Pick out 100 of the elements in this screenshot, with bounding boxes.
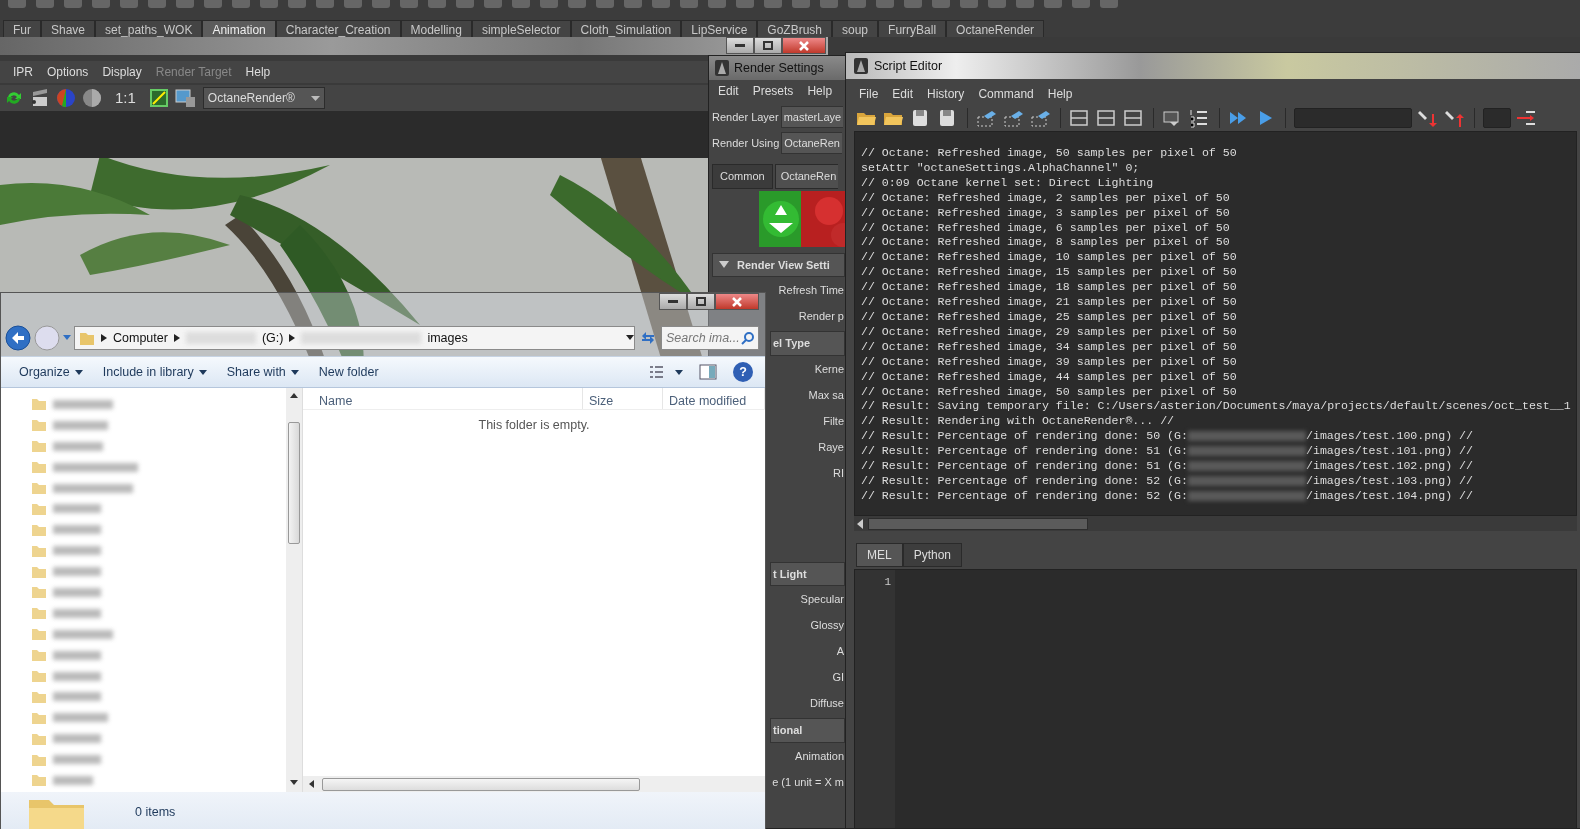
menu-item[interactable]: History — [920, 85, 972, 103]
menu-item[interactable]: Help — [1040, 85, 1080, 103]
section-header[interactable]: t Light — [770, 561, 845, 586]
code-input[interactable]: 1 — [854, 569, 1577, 829]
find-up-icon[interactable] — [1444, 108, 1466, 128]
shelf-tab[interactable]: set_paths_WOK — [95, 20, 203, 37]
clear-input-icon[interactable] — [1003, 108, 1025, 128]
dropdown-field[interactable]: masterLaye — [780, 105, 844, 129]
shelf-tab[interactable]: GoZBrush — [757, 20, 832, 37]
dropdown-field[interactable]: OctaneRen — [781, 131, 842, 155]
scroll-thumb[interactable] — [868, 517, 1088, 530]
tab[interactable]: MEL — [856, 543, 903, 567]
maximize-button[interactable] — [687, 293, 715, 310]
tab[interactable]: Common — [712, 164, 773, 189]
clapboard-icon[interactable] — [30, 88, 50, 108]
section-header[interactable]: Render View Setti — [712, 252, 845, 277]
shelf-tab[interactable]: Animation — [202, 20, 276, 37]
view-options-icon[interactable] — [649, 365, 683, 379]
tool-icon[interactable] — [932, 0, 950, 8]
tool-icon[interactable] — [904, 0, 922, 8]
shelf-tab[interactable]: soup — [832, 20, 879, 37]
go-to-line-icon[interactable] — [1516, 108, 1538, 128]
tool-icon[interactable] — [736, 0, 754, 8]
menu-item[interactable]: Help — [238, 63, 278, 81]
tool-icon[interactable] — [372, 0, 390, 8]
back-button[interactable] — [5, 325, 31, 351]
shelf-tab[interactable]: Fur — [3, 20, 41, 37]
search-icon[interactable] — [741, 331, 755, 345]
breadcrumb-arrow-icon[interactable] — [101, 334, 107, 342]
address-bar[interactable]: Computer (G:) images — [74, 326, 635, 350]
tool-icon[interactable] — [288, 0, 306, 8]
menu-item[interactable]: Display — [95, 63, 149, 81]
tool-icon[interactable] — [36, 0, 54, 8]
tab[interactable]: Python — [902, 543, 963, 567]
breadcrumb[interactable]: Computer — [113, 328, 168, 348]
renderer-dropdown[interactable]: OctaneRender® — [202, 87, 325, 109]
menu-item[interactable]: IPR — [6, 63, 40, 81]
scrollbar[interactable] — [854, 516, 1577, 531]
toolbar-button[interactable]: Include in library — [94, 359, 215, 385]
menu-item[interactable]: Edit — [885, 85, 921, 103]
menu-item[interactable]: Edit — [711, 82, 746, 100]
tool-icon[interactable] — [8, 0, 26, 8]
tool-icon[interactable] — [400, 0, 418, 8]
toolbar-button[interactable]: Organize — [11, 359, 91, 385]
breadcrumb-arrow-icon[interactable] — [289, 334, 296, 342]
scroll-down-icon[interactable] — [290, 780, 298, 786]
snapshot-icon[interactable] — [174, 88, 197, 108]
menu-item[interactable]: File — [852, 85, 886, 103]
region-icon[interactable] — [148, 88, 169, 108]
tool-icon[interactable] — [1072, 0, 1090, 8]
breadcrumb-arrow-icon[interactable] — [173, 334, 180, 342]
tool-icon[interactable] — [848, 0, 866, 8]
breadcrumb[interactable]: (G:) — [261, 328, 284, 348]
tool-icon[interactable] — [176, 0, 194, 8]
scroll-thumb[interactable] — [288, 422, 300, 544]
scroll-thumb[interactable] — [322, 777, 640, 791]
tool-icon[interactable] — [876, 0, 894, 8]
tool-icon[interactable] — [624, 0, 642, 8]
menu-item[interactable]: Help — [800, 82, 840, 100]
tool-icon[interactable] — [1100, 0, 1118, 8]
scrollbar[interactable] — [286, 388, 302, 792]
breadcrumb[interactable]: images — [427, 328, 468, 348]
tool-icon[interactable] — [596, 0, 614, 8]
help-icon[interactable]: ? — [733, 362, 753, 382]
column-header[interactable]: Date modified — [663, 388, 765, 409]
scroll-up-icon[interactable] — [290, 392, 298, 398]
shelf-tab[interactable]: LipService — [681, 20, 758, 37]
clear-history-icon[interactable] — [976, 108, 998, 128]
shelf-tab[interactable]: FurryBall — [878, 20, 947, 37]
shelf-tab[interactable]: simpleSelector — [471, 20, 571, 37]
minimize-button[interactable] — [726, 37, 754, 54]
tool-icon[interactable] — [1044, 0, 1062, 8]
tool-icon[interactable] — [92, 0, 110, 8]
tool-icon[interactable] — [764, 0, 782, 8]
color-channels-icon[interactable] — [56, 88, 76, 108]
layout-icon[interactable] — [1096, 108, 1118, 128]
search-field[interactable]: Search ima... — [661, 326, 759, 350]
tool-icon[interactable] — [512, 0, 530, 8]
menu-item[interactable]: Command — [971, 85, 1041, 103]
layout-icon[interactable] — [1123, 108, 1145, 128]
tool-icon[interactable] — [988, 0, 1006, 8]
toolbar-button[interactable]: New folder — [310, 359, 387, 385]
tool-icon[interactable] — [708, 0, 726, 8]
scrollbar[interactable] — [303, 776, 765, 792]
toolbar-button[interactable]: Share with — [218, 359, 307, 385]
tool-icon[interactable] — [456, 0, 474, 8]
line-number-field[interactable] — [1483, 108, 1511, 128]
shelf-tab[interactable]: Modelling — [400, 20, 472, 37]
tool-icon[interactable] — [652, 0, 670, 8]
tool-icon[interactable] — [792, 0, 810, 8]
tool-icon[interactable] — [820, 0, 838, 8]
column-header[interactable]: Name — [303, 388, 583, 409]
layout-icon[interactable] — [1069, 108, 1091, 128]
scroll-left-icon[interactable] — [309, 780, 314, 788]
close-button[interactable] — [782, 37, 826, 54]
tool-icon[interactable] — [64, 0, 82, 8]
tool-icon[interactable] — [344, 0, 362, 8]
tool-icon[interactable] — [120, 0, 138, 8]
shelf-tab[interactable]: Shave — [41, 20, 96, 37]
tool-icon[interactable] — [204, 0, 222, 8]
